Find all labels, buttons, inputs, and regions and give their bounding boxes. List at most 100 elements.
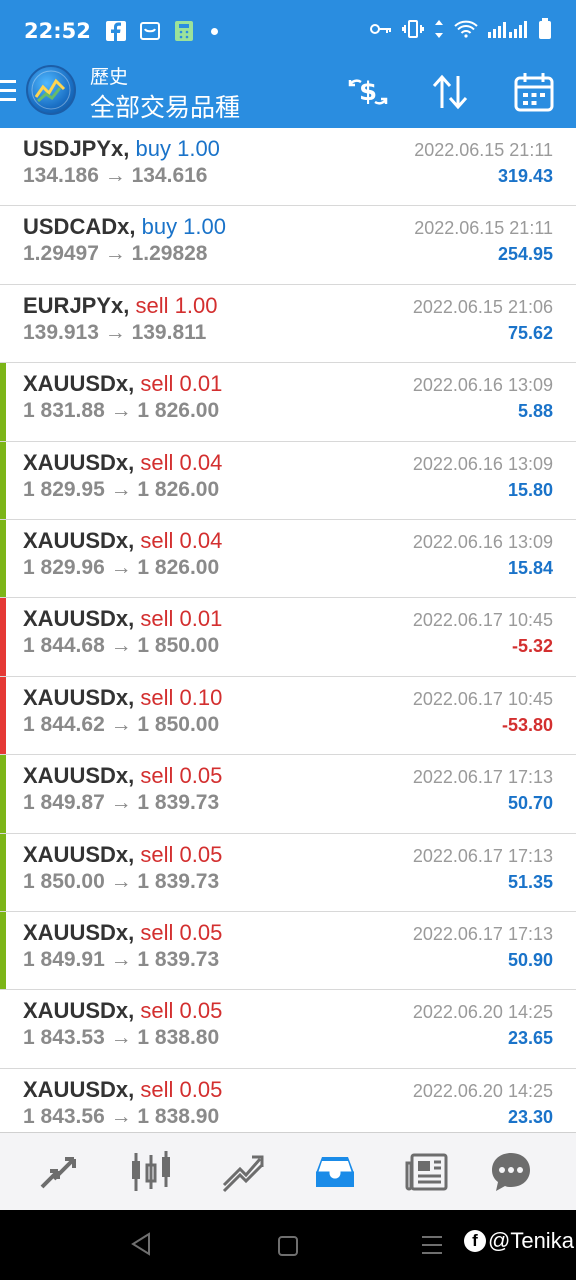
status-indicators: [370, 17, 552, 45]
deal-profit: 51.35: [507, 871, 553, 892]
signal-icon: [488, 20, 528, 43]
deal-datetime: 2022.06.17 10:45: [412, 688, 553, 709]
deal-symbol: XAUUSDx, sell 0.05: [23, 920, 222, 946]
deal-row[interactable]: EURJPYx, sell 1.00 139.913 → 139.811 2022.…: [0, 284, 576, 364]
deal-datetime: 2022.06.17 10:45: [412, 610, 553, 631]
app-bar: 歷史 全部交易品種 $: [0, 62, 576, 128]
deal-prices: 1 831.88 → 1 826.00: [23, 399, 220, 423]
symbol-text: XAUUSDx,: [23, 1076, 135, 1102]
back-icon[interactable]: [130, 1232, 152, 1261]
history-inbox-icon[interactable]: [312, 1149, 358, 1195]
deal-row[interactable]: XAUUSDx, sell 0.10 1 844.62 → 1 850.00 202…: [0, 676, 576, 756]
deal-profit: -5.32: [511, 636, 553, 657]
sort-icon[interactable]: [428, 70, 472, 114]
calculator-icon: [173, 20, 195, 42]
metatrader-logo-icon: [26, 65, 76, 115]
deal-profit: 50.70: [507, 793, 553, 814]
deal-prices: 1 843.56 → 1 838.90: [23, 1104, 220, 1128]
home-icon[interactable]: [278, 1236, 298, 1256]
symbol-text: XAUUSDx,: [23, 841, 135, 867]
deal-side-volume: buy 1.00: [135, 136, 220, 161]
deal-datetime: 2022.06.15 21:11: [414, 140, 553, 160]
deal-profit: 15.84: [507, 557, 553, 578]
deal-datetime: 2022.06.17 17:13: [412, 923, 553, 944]
deal-row[interactable]: XAUUSDx, sell 0.01 1 844.68 → 1 850.00 202…: [0, 598, 576, 677]
deal-row[interactable]: USDJPYx, buy 1.00 134.186 → 134.616 2022.0…: [0, 128, 576, 207]
deal-side-volume: buy 1.00: [141, 214, 226, 240]
deal-symbol: XAUUSDx, sell 0.04: [23, 450, 222, 476]
deal-symbol: XAUUSDx, sell 0.04: [23, 528, 222, 554]
deal-symbol: XAUUSDx, sell 0.05: [23, 842, 222, 868]
symbol-text: XAUUSDx,: [23, 684, 135, 710]
deal-side-volume: sell 1.00: [135, 292, 218, 318]
deal-profit: 75.62: [507, 322, 553, 343]
symbol-text: USDJPYx,: [23, 136, 130, 161]
watermark: f @Tenika: [464, 1228, 574, 1254]
quotes-arrows-icon[interactable]: [36, 1149, 82, 1195]
menu-icon[interactable]: [0, 80, 18, 106]
watermark-text: @Tenika: [488, 1228, 574, 1253]
deal-profit: 254.95: [497, 244, 553, 265]
battery-icon: [538, 17, 552, 45]
wifi-icon: [454, 20, 478, 43]
deal-datetime: 2022.06.17 17:13: [412, 845, 553, 866]
bottom-navigation: [0, 1132, 576, 1210]
deal-row[interactable]: XAUUSDx, sell 0.04 1 829.95 → 1 826.00 202…: [0, 441, 576, 520]
deal-prices: 134.186 → 134.616: [23, 164, 208, 187]
loss-indicator-bar: [0, 676, 6, 755]
status-time: 22:52: [24, 19, 91, 43]
deal-datetime: 2022.06.15 21:11: [414, 218, 553, 239]
deal-datetime: 2022.06.16 13:09: [412, 375, 553, 396]
deal-row[interactable]: XAUUSDx, sell 0.05 1 849.91 → 1 839.73 202…: [0, 911, 576, 991]
deal-side-volume: sell 0.05: [140, 1076, 223, 1102]
deal-prices: 1 829.96 → 1 826.00: [23, 555, 220, 579]
deal-row[interactable]: XAUUSDx, sell 0.05 1 850.00 → 1 839.73 202…: [0, 833, 576, 912]
deal-prices: 1 843.53 → 1 838.80: [23, 1026, 220, 1050]
deal-datetime: 2022.06.20 14:25: [412, 1002, 553, 1023]
status-bar: 22:52: [0, 0, 576, 62]
profit-indicator-bar: [0, 363, 6, 441]
data-arrows-icon: [434, 19, 444, 44]
deal-row[interactable]: XAUUSDx, sell 0.05 1 849.87 → 1 839.73 202…: [0, 755, 576, 834]
deal-row[interactable]: XAUUSDx, sell 0.05 1 843.53 → 1 838.80 202…: [0, 990, 576, 1069]
deal-side-volume: sell 0.04: [140, 527, 223, 553]
deal-prices: 1 849.91 → 1 839.73: [23, 947, 220, 971]
deal-datetime: 2022.06.16 13:09: [412, 531, 553, 552]
app-title[interactable]: 全部交易品種: [90, 88, 240, 124]
deal-side-volume: sell 0.05: [140, 763, 223, 789]
news-icon[interactable]: [404, 1149, 450, 1195]
deal-row[interactable]: USDCADx, buy 1.00 1.29497 → 1.29828 2022.0…: [0, 206, 576, 285]
calendar-icon[interactable]: [512, 70, 556, 114]
currency-exchange-icon[interactable]: $: [346, 70, 390, 114]
chat-icon[interactable]: [488, 1149, 534, 1195]
deal-datetime: 2022.06.20 14:25: [412, 1080, 553, 1101]
deal-datetime: 2022.06.16 13:09: [412, 453, 553, 474]
profit-indicator-bar: [0, 911, 6, 990]
deal-side-volume: sell 0.05: [140, 919, 223, 945]
deal-row[interactable]: XAUUSDx, sell 0.01 1 831.88 → 1 826.00 202…: [0, 363, 576, 442]
deal-prices: 1 829.95 → 1 826.00: [23, 477, 220, 501]
deal-prices: 1 844.68 → 1 850.00: [23, 634, 220, 658]
profit-indicator-bar: [0, 519, 6, 598]
deal-side-volume: sell 0.05: [140, 841, 223, 867]
loss-indicator-bar: [0, 598, 6, 676]
trade-trend-icon[interactable]: [220, 1149, 266, 1195]
deal-prices: 1 850.00 → 1 839.73: [23, 869, 220, 893]
deal-profit: 23.65: [507, 1028, 553, 1049]
recent-apps-icon[interactable]: [422, 1236, 442, 1260]
facebook-logo-icon: f: [464, 1230, 486, 1252]
deal-row[interactable]: XAUUSDx, sell 0.04 1 829.96 → 1 826.00 202…: [0, 519, 576, 599]
deal-history-list[interactable]: USDJPYx, buy 1.00 134.186 → 134.616 2022.0…: [0, 128, 576, 1132]
profit-indicator-bar: [0, 755, 6, 833]
symbol-text: XAUUSDx,: [23, 919, 135, 945]
deal-profit: 15.80: [507, 479, 553, 500]
deal-row[interactable]: XAUUSDx, sell 0.05 1 843.56 → 1 838.90 202…: [0, 1068, 576, 1132]
deal-symbol: USDJPYx, buy 1.00: [23, 136, 220, 162]
deal-profit: 5.88: [517, 401, 553, 422]
deal-symbol: EURJPYx, sell 1.00: [23, 293, 217, 319]
symbol-text: XAUUSDx,: [23, 527, 135, 553]
deal-symbol: XAUUSDx, sell 0.01: [23, 371, 222, 397]
candlestick-chart-icon[interactable]: [128, 1149, 174, 1195]
profit-indicator-bar: [0, 833, 6, 911]
vibrate-icon: [402, 19, 424, 44]
